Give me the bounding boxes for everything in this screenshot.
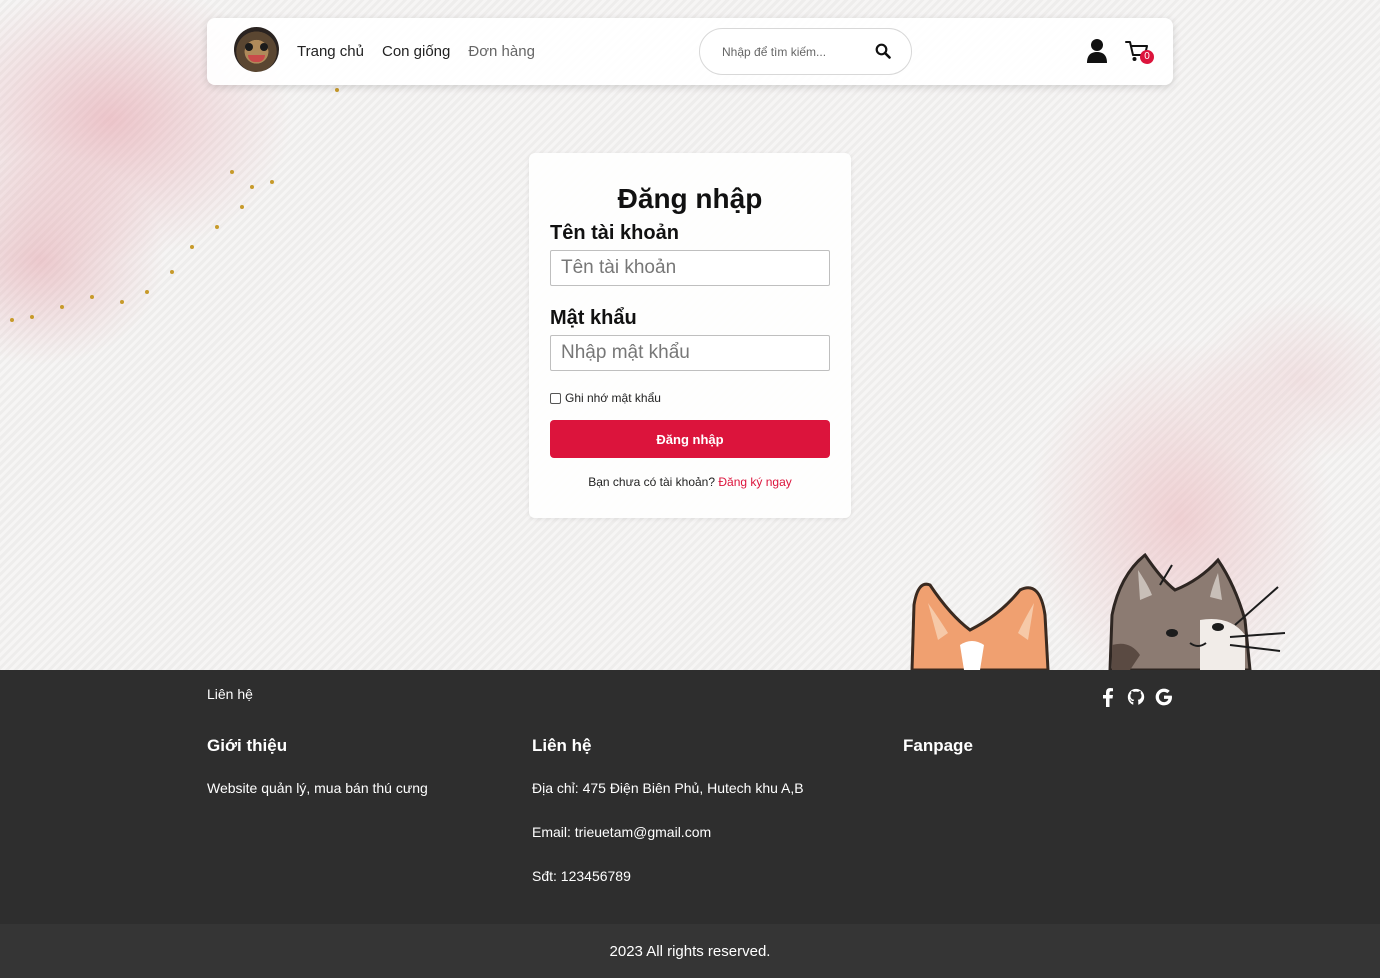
- gold-fleck: [30, 315, 34, 319]
- gold-fleck: [120, 300, 124, 304]
- search-icon[interactable]: [875, 43, 891, 59]
- main-nav: Trang chủ Con giống Đơn hàng: [297, 43, 535, 60]
- login-card: Đăng nhập Tên tài khoản Mật khẩu Ghi nhớ…: [529, 153, 851, 518]
- gold-fleck: [250, 185, 254, 189]
- gold-fleck: [270, 180, 274, 184]
- footer-contact-heading: Liên hệ: [532, 736, 592, 755]
- footer-phone: Sđt: 123456789: [532, 868, 631, 884]
- register-prompt: Bạn chưa có tài khoản? Đăng ký ngay: [529, 475, 851, 489]
- footer-email: Email: trieuetam@gmail.com: [532, 824, 712, 840]
- password-field[interactable]: [550, 335, 830, 371]
- remember-checkbox[interactable]: [550, 392, 561, 404]
- register-text: Bạn chưa có tài khoản?: [588, 475, 716, 489]
- nav-breeds[interactable]: Con giống: [382, 43, 450, 60]
- github-icon[interactable]: [1126, 686, 1146, 708]
- register-link[interactable]: Đăng ký ngay: [718, 475, 791, 489]
- footer-fanpage-heading: Fanpage: [903, 736, 973, 755]
- gold-fleck: [60, 305, 64, 309]
- google-icon[interactable]: [1154, 686, 1174, 708]
- cart-count-badge: 0: [1140, 50, 1154, 64]
- user-icon[interactable]: [1086, 38, 1108, 64]
- top-navbar: Trang chủ Con giống Đơn hàng 0: [207, 18, 1173, 85]
- nav-orders[interactable]: Đơn hàng: [468, 43, 535, 60]
- nav-home[interactable]: Trang chủ: [297, 43, 364, 60]
- gold-fleck: [145, 290, 149, 294]
- login-button[interactable]: Đăng nhập: [550, 420, 830, 458]
- footer-intro-text: Website quản lý, mua bán thú cưng: [207, 780, 428, 796]
- footer-fanpage-column: Fanpage: [903, 736, 973, 780]
- search-input[interactable]: [722, 43, 862, 61]
- login-title: Đăng nhập: [617, 183, 763, 214]
- remember-label: Ghi nhớ mật khẩu: [565, 391, 661, 405]
- gold-fleck: [190, 245, 194, 249]
- footer-intro-column: Giới thiệu Website quản lý, mua bán thú …: [207, 736, 428, 822]
- remember-me: Ghi nhớ mật khẩu: [550, 391, 661, 405]
- footer-contact-column: Liên hệ Địa chỉ: 475 Điện Biên Phủ, Hute…: [532, 736, 804, 910]
- footer-address: Địa chỉ: 475 Điện Biên Phủ, Hutech khu A…: [532, 780, 804, 796]
- cats-illustration: [910, 552, 1286, 670]
- copyright-bar: 2023 All rights reserved.: [0, 924, 1380, 978]
- gold-fleck: [240, 205, 244, 209]
- social-links: [1098, 686, 1174, 708]
- gold-fleck: [170, 270, 174, 274]
- password-label: Mật khẩu: [550, 307, 637, 329]
- gold-fleck: [215, 225, 219, 229]
- username-label: Tên tài khoản: [550, 222, 679, 244]
- search-box: [699, 28, 912, 75]
- footer-intro-heading: Giới thiệu: [207, 736, 288, 755]
- gold-fleck: [230, 170, 234, 174]
- site-footer: Liên hệ Giới thiệu Website quản lý, mua …: [0, 670, 1380, 924]
- gold-fleck: [90, 295, 94, 299]
- gold-fleck: [335, 88, 339, 92]
- username-field[interactable]: [550, 250, 830, 286]
- footer-contact-link[interactable]: Liên hệ: [207, 686, 253, 702]
- facebook-icon[interactable]: [1098, 686, 1118, 708]
- site-logo[interactable]: [234, 27, 279, 72]
- gold-fleck: [10, 318, 14, 322]
